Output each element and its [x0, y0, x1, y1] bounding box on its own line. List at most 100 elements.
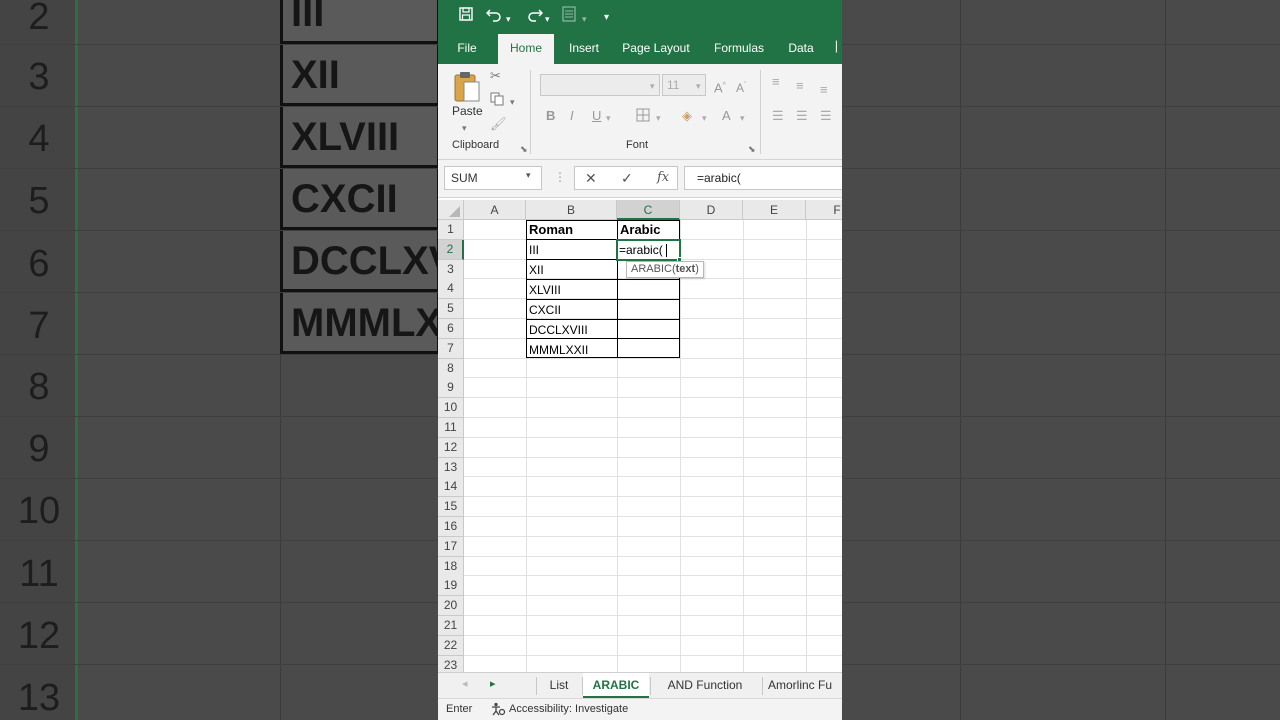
row-header-19[interactable]: 19: [438, 576, 464, 597]
sheet-tab-list[interactable]: List: [538, 673, 580, 698]
active-cell-c2[interactable]: =arabic(: [616, 239, 682, 262]
align-middle-icon[interactable]: ≡: [796, 78, 804, 94]
font-name-combo[interactable]: [540, 74, 660, 96]
prev-sheet-icon[interactable]: ◂: [462, 677, 468, 690]
font-color-dropdown-icon[interactable]: ▾: [740, 110, 745, 126]
redo-dropdown-icon[interactable]: ▾: [545, 9, 550, 29]
row-header-4[interactable]: 4: [438, 279, 464, 300]
next-sheet-icon[interactable]: ▸: [490, 677, 496, 690]
tab-insert[interactable]: Insert: [560, 34, 608, 64]
save-icon[interactable]: [458, 6, 474, 28]
format-painter-icon[interactable]: 🖌: [490, 116, 507, 132]
row-header-6[interactable]: 6: [438, 319, 464, 339]
cell-b2[interactable]: III: [527, 240, 617, 260]
customize-toolbar-icon[interactable]: ▾: [604, 8, 609, 28]
row-header-3[interactable]: 3: [438, 259, 464, 280]
tab-formulas[interactable]: Formulas: [708, 34, 770, 64]
sheet-tab-arabic[interactable]: ARABIC: [583, 673, 649, 698]
tooltip-argument[interactable]: text: [676, 263, 696, 275]
sheet-tab-amorlinc[interactable]: Amorlinc Fu: [768, 673, 842, 698]
accessibility-status[interactable]: Accessibility: Investigate: [509, 699, 628, 719]
copy-dropdown-icon[interactable]: ▾: [510, 94, 515, 110]
redo-icon[interactable]: [525, 6, 544, 28]
row-header-9[interactable]: 9: [438, 378, 464, 399]
column-header-b[interactable]: B: [526, 200, 617, 220]
insert-function-button[interactable]: fx: [657, 170, 669, 186]
column-header-d[interactable]: D: [680, 200, 743, 220]
borders-icon[interactable]: [636, 108, 650, 126]
function-tooltip[interactable]: ARABIC(text): [626, 261, 704, 278]
column-header-c[interactable]: C: [617, 200, 680, 220]
confirm-entry-icon[interactable]: ✓: [621, 170, 633, 186]
cell-b7[interactable]: MMMLXXII: [527, 340, 617, 360]
row-header-8[interactable]: 8: [438, 358, 464, 379]
row-header-16[interactable]: 16: [438, 517, 464, 537]
row-header-14[interactable]: 14: [438, 477, 464, 498]
undo-icon[interactable]: [485, 6, 504, 28]
paste-icon[interactable]: [452, 70, 482, 108]
row-header-10[interactable]: 10: [438, 398, 464, 419]
row-header-21[interactable]: 21: [438, 616, 464, 636]
row-header-22[interactable]: 22: [438, 635, 464, 656]
underline-dropdown-icon[interactable]: ▾: [606, 110, 611, 126]
font-color-icon[interactable]: A: [722, 108, 731, 124]
underline-button[interactable]: U: [592, 108, 601, 124]
fill-color-icon[interactable]: ◈: [682, 108, 692, 124]
bold-button[interactable]: B: [546, 108, 555, 124]
row-header-20[interactable]: 20: [438, 596, 464, 617]
select-all-corner[interactable]: [438, 200, 464, 220]
row-header-18[interactable]: 18: [438, 556, 464, 577]
cell-c1-header[interactable]: Arabic: [618, 220, 680, 240]
align-bottom-icon[interactable]: ≡: [820, 82, 828, 98]
row-header-15[interactable]: 15: [438, 497, 464, 518]
decrease-font-icon[interactable]: Aˇ: [736, 78, 746, 96]
cell-b3[interactable]: XII: [527, 260, 617, 280]
cancel-entry-icon[interactable]: ✕: [585, 170, 597, 186]
form-icon[interactable]: [562, 6, 576, 28]
sheet-tab-and-function[interactable]: AND Function: [652, 673, 758, 698]
form-dropdown-icon[interactable]: ▾: [582, 9, 587, 29]
paste-dropdown-icon[interactable]: ▾: [462, 120, 467, 136]
row-header-13[interactable]: 13: [438, 457, 464, 478]
cell-b4[interactable]: XLVIII: [527, 280, 617, 300]
row-header-7[interactable]: 7: [438, 338, 464, 359]
paste-label[interactable]: Paste: [452, 104, 483, 118]
clipboard-launcher-icon[interactable]: ⬊: [520, 141, 528, 157]
font-launcher-icon[interactable]: ⬊: [748, 141, 756, 157]
row-header-2[interactable]: 2: [438, 239, 464, 260]
undo-dropdown-icon[interactable]: ▾: [506, 9, 511, 29]
formula-input[interactable]: =arabic(: [684, 166, 842, 190]
align-left-icon[interactable]: ☰: [772, 108, 784, 124]
row-header-1[interactable]: 1: [438, 220, 464, 240]
cell-b6[interactable]: DCCLXVIII: [527, 320, 617, 340]
tab-file[interactable]: File: [448, 34, 486, 64]
font-name-dropdown-icon[interactable]: ▾: [650, 78, 655, 94]
italic-button[interactable]: I: [570, 108, 574, 124]
cut-icon[interactable]: ✂: [490, 68, 501, 84]
column-header-a[interactable]: A: [464, 200, 526, 220]
align-top-icon[interactable]: ≡: [772, 74, 780, 90]
accessibility-icon[interactable]: [490, 702, 506, 720]
row-header-5[interactable]: 5: [438, 299, 464, 320]
cell-b1-header[interactable]: Roman: [527, 220, 617, 240]
borders-dropdown-icon[interactable]: ▾: [656, 110, 661, 126]
row-header-23[interactable]: 23: [438, 655, 464, 672]
tab-page-layout[interactable]: Page Layout: [618, 34, 694, 64]
align-center-icon[interactable]: ☰: [796, 108, 808, 124]
copy-icon[interactable]: [490, 92, 504, 110]
cell-b5[interactable]: CXCII: [527, 300, 617, 320]
row-header-17[interactable]: 17: [438, 536, 464, 557]
tab-home[interactable]: Home: [498, 34, 554, 64]
align-right-icon[interactable]: ☰: [820, 108, 832, 124]
row-header-12[interactable]: 12: [438, 437, 464, 458]
tab-overflow[interactable]: ▏: [836, 34, 842, 64]
column-header-e[interactable]: E: [743, 200, 806, 220]
increase-font-icon[interactable]: A^: [714, 78, 726, 96]
column-header-f[interactable]: F: [806, 200, 842, 220]
fill-color-dropdown-icon[interactable]: ▾: [702, 110, 707, 126]
row-header-11[interactable]: 11: [438, 418, 464, 438]
name-box-dropdown-icon[interactable]: ▾: [526, 170, 531, 181]
tab-data[interactable]: Data: [784, 34, 818, 64]
worksheet-grid[interactable]: A B C D E F 1 2 3 4 5 6 7 8 9 10 11 12 13 14 15 16 17 18 1…: [438, 200, 842, 672]
font-size-dropdown-icon[interactable]: ▾: [696, 78, 701, 94]
